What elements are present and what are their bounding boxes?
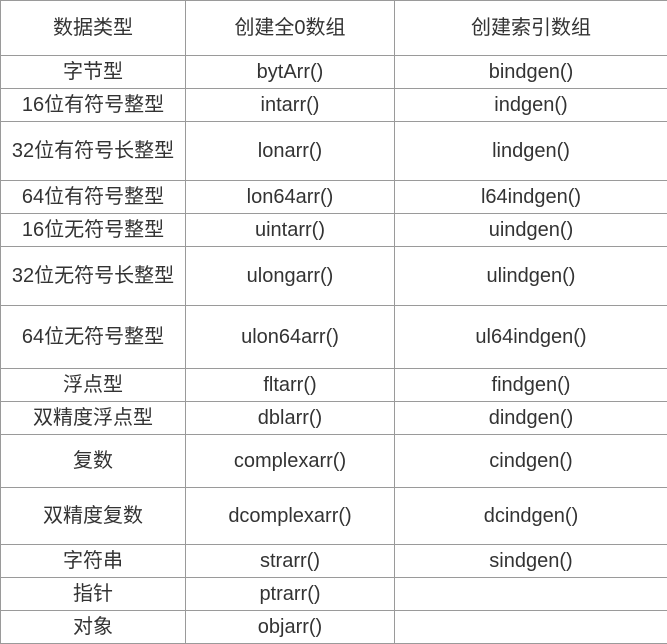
cell-datatype: 双精度浮点型 <box>1 402 186 435</box>
cell-datatype: 16位有符号整型 <box>1 89 186 122</box>
header-datatype: 数据类型 <box>1 1 186 56</box>
cell-datatype: 32位有符号长整型 <box>1 122 186 181</box>
cell-datatype: 16位无符号整型 <box>1 214 186 247</box>
cell-index-fn: dindgen() <box>395 402 667 435</box>
table-row: 64位无符号整型 ulon64arr() ul64indgen() <box>1 306 667 369</box>
cell-index-fn: ul64indgen() <box>395 306 667 369</box>
cell-datatype: 浮点型 <box>1 369 186 402</box>
cell-zero-fn: ulongarr() <box>186 247 395 306</box>
cell-zero-fn: bytArr() <box>186 56 395 89</box>
cell-zero-fn: dblarr() <box>186 402 395 435</box>
table-row: 16位有符号整型 intarr() indgen() <box>1 89 667 122</box>
cell-datatype: 64位有符号整型 <box>1 181 186 214</box>
cell-index-fn: findgen() <box>395 369 667 402</box>
cell-index-fn: sindgen() <box>395 545 667 578</box>
table-row: 字符串 strarr() sindgen() <box>1 545 667 578</box>
table-row: 浮点型 fltarr() findgen() <box>1 369 667 402</box>
cell-index-fn: dcindgen() <box>395 488 667 545</box>
cell-index-fn: ulindgen() <box>395 247 667 306</box>
datatype-function-table: 数据类型 创建全0数组 创建索引数组 字节型 bytArr() bindgen(… <box>0 0 667 644</box>
cell-datatype: 64位无符号整型 <box>1 306 186 369</box>
header-index-array: 创建索引数组 <box>395 1 667 56</box>
cell-zero-fn: ulon64arr() <box>186 306 395 369</box>
cell-zero-fn: lonarr() <box>186 122 395 181</box>
table-container: 数据类型 创建全0数组 创建索引数组 字节型 bytArr() bindgen(… <box>0 0 667 639</box>
table-row: 字节型 bytArr() bindgen() <box>1 56 667 89</box>
table-row: 复数 complexarr() cindgen() <box>1 435 667 488</box>
cell-zero-fn: intarr() <box>186 89 395 122</box>
cell-index-fn: l64indgen() <box>395 181 667 214</box>
table-row: 16位无符号整型 uintarr() uindgen() <box>1 214 667 247</box>
cell-index-fn: bindgen() <box>395 56 667 89</box>
cell-datatype: 字节型 <box>1 56 186 89</box>
cell-datatype: 字符串 <box>1 545 186 578</box>
table-row: 32位有符号长整型 lonarr() lindgen() <box>1 122 667 181</box>
table-row: 32位无符号长整型 ulongarr() ulindgen() <box>1 247 667 306</box>
cell-index-fn: uindgen() <box>395 214 667 247</box>
cell-zero-fn: dcomplexarr() <box>186 488 395 545</box>
cell-zero-fn: fltarr() <box>186 369 395 402</box>
cell-datatype: 32位无符号长整型 <box>1 247 186 306</box>
cell-zero-fn: ptrarr() <box>186 578 395 611</box>
header-zero-array: 创建全0数组 <box>186 1 395 56</box>
cell-zero-fn: strarr() <box>186 545 395 578</box>
cell-datatype: 复数 <box>1 435 186 488</box>
cell-zero-fn: lon64arr() <box>186 181 395 214</box>
table-row: 指针 ptrarr() <box>1 578 667 611</box>
cell-index-fn <box>395 578 667 611</box>
table-header-row: 数据类型 创建全0数组 创建索引数组 <box>1 1 667 56</box>
cell-index-fn: indgen() <box>395 89 667 122</box>
table-row: 双精度浮点型 dblarr() dindgen() <box>1 402 667 435</box>
cell-datatype: 双精度复数 <box>1 488 186 545</box>
table-row: 64位有符号整型 lon64arr() l64indgen() <box>1 181 667 214</box>
cell-datatype: 指针 <box>1 578 186 611</box>
cell-index-fn: lindgen() <box>395 122 667 181</box>
cell-zero-fn: complexarr() <box>186 435 395 488</box>
table-row: 双精度复数 dcomplexarr() dcindgen() <box>1 488 667 545</box>
cell-zero-fn: uintarr() <box>186 214 395 247</box>
cell-index-fn: cindgen() <box>395 435 667 488</box>
